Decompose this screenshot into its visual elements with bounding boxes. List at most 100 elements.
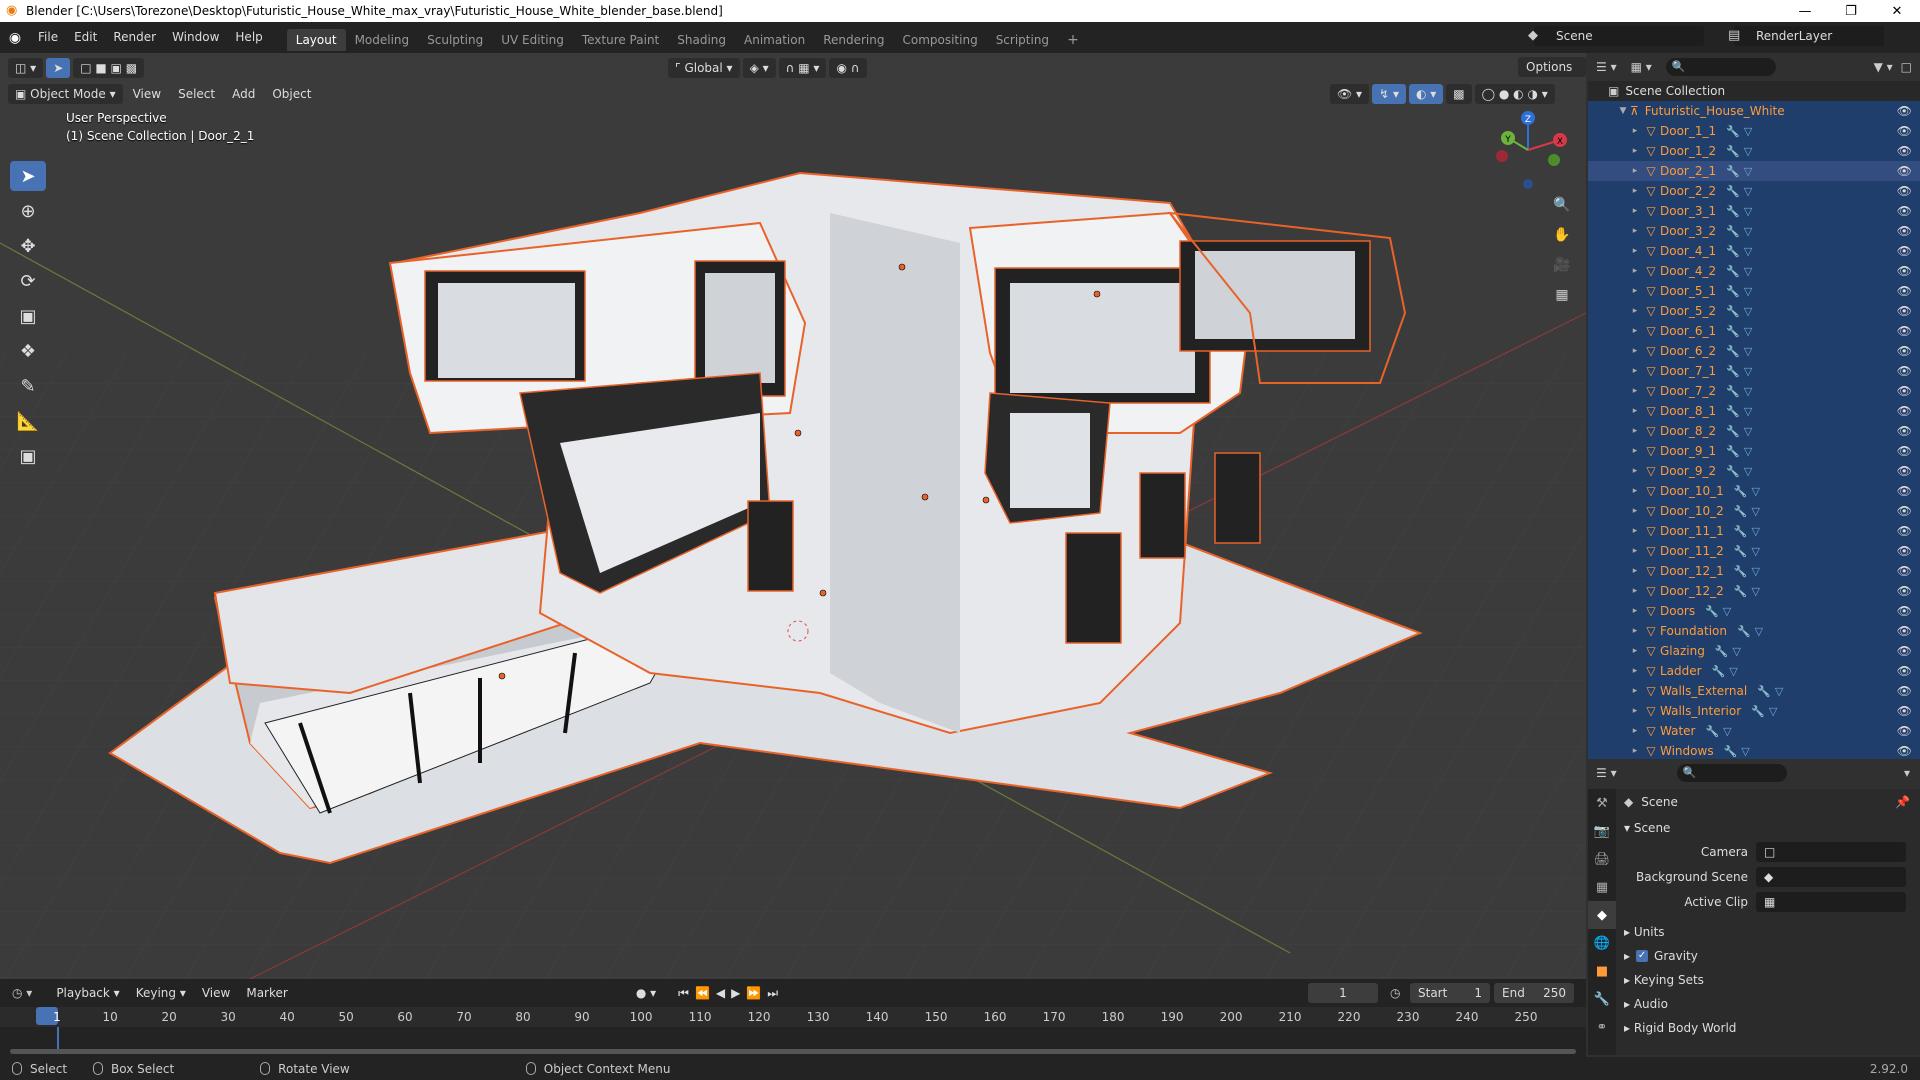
outliner-item[interactable]: ▸ ▽ Door_5_1 🔧▽ 👁 <box>1588 281 1920 301</box>
visibility-eye-icon[interactable]: 👁 <box>1897 344 1912 358</box>
audio-panel[interactable]: ▸ Audio <box>1616 993 1920 1015</box>
visibility-eye-icon[interactable]: 👁 <box>1897 104 1912 118</box>
expand-arrow-icon[interactable]: ▸ <box>1628 206 1642 216</box>
expand-arrow-icon[interactable]: ▸ <box>1628 386 1642 396</box>
expand-arrow-icon[interactable]: ▸ <box>1628 306 1642 316</box>
expand-arrow-icon[interactable]: ▸ <box>1628 466 1642 476</box>
expand-arrow-icon[interactable]: ▸ <box>1628 706 1642 716</box>
outliner-item[interactable]: ▸ ▽ Door_1_2 🔧▽ 👁 <box>1588 141 1920 161</box>
visibility-eye-icon[interactable]: 👁 <box>1897 284 1912 298</box>
menu-playback[interactable]: Playback ▾ <box>48 978 127 1009</box>
options-dropdown[interactable]: Options ▾ <box>1518 57 1586 94</box>
tab-scripting[interactable]: Scripting <box>987 29 1058 51</box>
visibility-eye-icon[interactable]: 👁 <box>1897 704 1912 718</box>
expand-arrow-icon[interactable]: ▸ <box>1628 646 1642 656</box>
render-tab-icon[interactable]: 📷 <box>1588 817 1616 845</box>
visibility-eye-icon[interactable]: 👁 <box>1897 304 1912 318</box>
tab-compositing[interactable]: Compositing <box>893 29 986 51</box>
scene-section-header[interactable]: ▾ Scene <box>1616 817 1920 839</box>
visibility-eye-icon[interactable]: 👁 <box>1897 264 1912 278</box>
outliner-item[interactable]: ▸ ▽ Door_12_1 🔧▽ 👁 <box>1588 561 1920 581</box>
rotate-tool-icon[interactable]: ⟳ <box>10 266 46 296</box>
navigation-gizmo[interactable]: Z X Y <box>1488 110 1568 190</box>
filter-icon[interactable]: ▼ ▾ <box>1874 60 1893 74</box>
visibility-icon[interactable]: 👁 ▾ <box>1330 84 1370 104</box>
outliner-item[interactable]: ▸ ▽ Door_10_1 🔧▽ 👁 <box>1588 481 1920 501</box>
visibility-eye-icon[interactable]: 👁 <box>1897 224 1912 238</box>
world-tab-icon[interactable]: 🌐 <box>1588 929 1616 957</box>
visibility-eye-icon[interactable]: 👁 <box>1897 144 1912 158</box>
visibility-eye-icon[interactable]: 👁 <box>1897 604 1912 618</box>
menu-object[interactable]: Object <box>265 84 318 104</box>
outliner-item[interactable]: ▸ ▽ Door_8_1 🔧▽ 👁 <box>1588 401 1920 421</box>
visibility-eye-icon[interactable]: 👁 <box>1897 124 1912 138</box>
outliner-item[interactable]: ▸ ▽ Door_6_2 🔧▽ 👁 <box>1588 341 1920 361</box>
outliner-item[interactable]: ▸ ▽ Door_5_2 🔧▽ 👁 <box>1588 301 1920 321</box>
transform-tool-icon[interactable]: ❖ <box>10 336 46 366</box>
expand-arrow-icon[interactable]: ▸ <box>1628 426 1642 436</box>
object-mode-dropdown[interactable]: ▣ Object Mode ▾ <box>8 84 123 104</box>
expand-arrow-icon[interactable]: ▸ <box>1628 246 1642 256</box>
camera-field[interactable]: □ <box>1756 842 1906 862</box>
visibility-eye-icon[interactable]: 👁 <box>1897 684 1912 698</box>
background-scene-field[interactable]: ◆ <box>1756 867 1906 887</box>
tab-shading[interactable]: Shading <box>668 29 735 51</box>
outliner-item[interactable]: ▸ ▽ Walls_Interior 🔧▽ 👁 <box>1588 701 1920 721</box>
outliner-item[interactable]: ▸ ▽ Windows 🔧▽ 👁 <box>1588 741 1920 761</box>
visibility-eye-icon[interactable]: 👁 <box>1897 644 1912 658</box>
outliner-item[interactable]: ▸ ▽ Door_2_1 🔧▽ 👁 <box>1588 161 1920 181</box>
expand-arrow-icon[interactable]: ▸ <box>1628 746 1642 756</box>
outliner-item[interactable]: ▸ ▽ Glazing 🔧▽ 👁 <box>1588 641 1920 661</box>
expand-arrow-icon[interactable]: ▸ <box>1628 526 1642 536</box>
scene-collection-row[interactable]: ▣ Scene Collection <box>1588 81 1920 101</box>
visibility-eye-icon[interactable]: 👁 <box>1897 524 1912 538</box>
frame-ruler[interactable]: 1 10 20 30 40 50 60 70 80 90 100 110 120 130 140 150 160… <box>0 1007 1586 1027</box>
tool-tab-icon[interactable]: ⚒ <box>1588 789 1616 817</box>
menu-render[interactable]: Render <box>105 22 164 53</box>
current-frame-field[interactable]: 1 <box>1308 983 1378 1003</box>
units-panel[interactable]: ▸ Units <box>1616 921 1920 943</box>
overlay-toggle-icon[interactable]: ◐ ▾ <box>1408 84 1444 104</box>
outliner-item[interactable]: ▸ ▽ Foundation 🔧▽ 👁 <box>1588 621 1920 641</box>
tab-animation[interactable]: Animation <box>735 29 814 51</box>
outliner-item[interactable]: ▸ ▽ Water 🔧▽ 👁 <box>1588 721 1920 741</box>
visibility-eye-icon[interactable]: 👁 <box>1897 384 1912 398</box>
gravity-panel[interactable]: ▸ ✓ Gravity <box>1616 945 1920 967</box>
display-mode-icon[interactable]: ▦ ▾ <box>1631 60 1652 74</box>
xray-icon[interactable]: ▩ <box>1446 84 1472 104</box>
expand-arrow-icon[interactable]: ▸ <box>1628 486 1642 496</box>
expand-arrow-icon[interactable]: ▸ <box>1628 446 1642 456</box>
pin-icon[interactable]: 📌 <box>1895 795 1910 809</box>
visibility-eye-icon[interactable]: 👁 <box>1897 424 1912 438</box>
close-icon[interactable]: ✕ <box>1874 4 1920 19</box>
outliner-item[interactable]: ▸ ▽ Door_7_1 🔧▽ 👁 <box>1588 361 1920 381</box>
physics-tab-icon[interactable]: ⚭ <box>1588 1013 1616 1041</box>
menu-keying[interactable]: Keying ▾ <box>128 978 194 1009</box>
expand-arrow-icon[interactable]: ▸ <box>1628 126 1642 136</box>
visibility-eye-icon[interactable]: 👁 <box>1897 624 1912 638</box>
expand-arrow-icon[interactable]: ▸ <box>1628 626 1642 636</box>
expand-arrow-icon[interactable]: ▸ <box>1628 226 1642 236</box>
outliner-item[interactable]: ▸ ▽ Door_3_2 🔧▽ 👁 <box>1588 221 1920 241</box>
annotate-tool-icon[interactable]: ✎ <box>10 371 46 401</box>
outliner-item[interactable]: ▸ ▽ Door_2_2 🔧▽ 👁 <box>1588 181 1920 201</box>
playback-controls[interactable]: ⏮⏪◀▶⏩⏭ <box>678 986 784 1001</box>
visibility-eye-icon[interactable]: 👁 <box>1897 364 1912 378</box>
perspective-toggle-icon[interactable]: ▦ <box>1548 281 1576 309</box>
outliner-item[interactable]: ▸ ▽ Ladder 🔧▽ 👁 <box>1588 661 1920 681</box>
visibility-eye-icon[interactable]: 👁 <box>1897 204 1912 218</box>
visibility-eye-icon[interactable]: 👁 <box>1897 564 1912 578</box>
menu-help[interactable]: Help <box>227 22 270 53</box>
gravity-checkbox[interactable]: ✓ <box>1636 950 1649 962</box>
outliner-item[interactable]: ▸ ▽ Door_4_2 🔧▽ 👁 <box>1588 261 1920 281</box>
outliner-item[interactable]: ▸ ▽ Door_11_2 🔧▽ 👁 <box>1588 541 1920 561</box>
outliner-editor-icon[interactable]: ☰ ▾ <box>1596 60 1617 74</box>
timeline-editor-icon[interactable]: ◷ ▾ <box>12 986 32 1000</box>
expand-arrow-icon[interactable]: ▸ <box>1628 606 1642 616</box>
menu-window[interactable]: Window <box>164 22 227 53</box>
render-layer-selector[interactable]: RenderLayer <box>1734 26 1884 46</box>
editor-type-icon[interactable]: ◫ ▾ <box>8 58 44 78</box>
visibility-eye-icon[interactable]: 👁 <box>1897 484 1912 498</box>
outliner-item[interactable]: ▸ ▽ Door_11_1 🔧▽ 👁 <box>1588 521 1920 541</box>
expand-arrow-icon[interactable]: ▸ <box>1628 406 1642 416</box>
